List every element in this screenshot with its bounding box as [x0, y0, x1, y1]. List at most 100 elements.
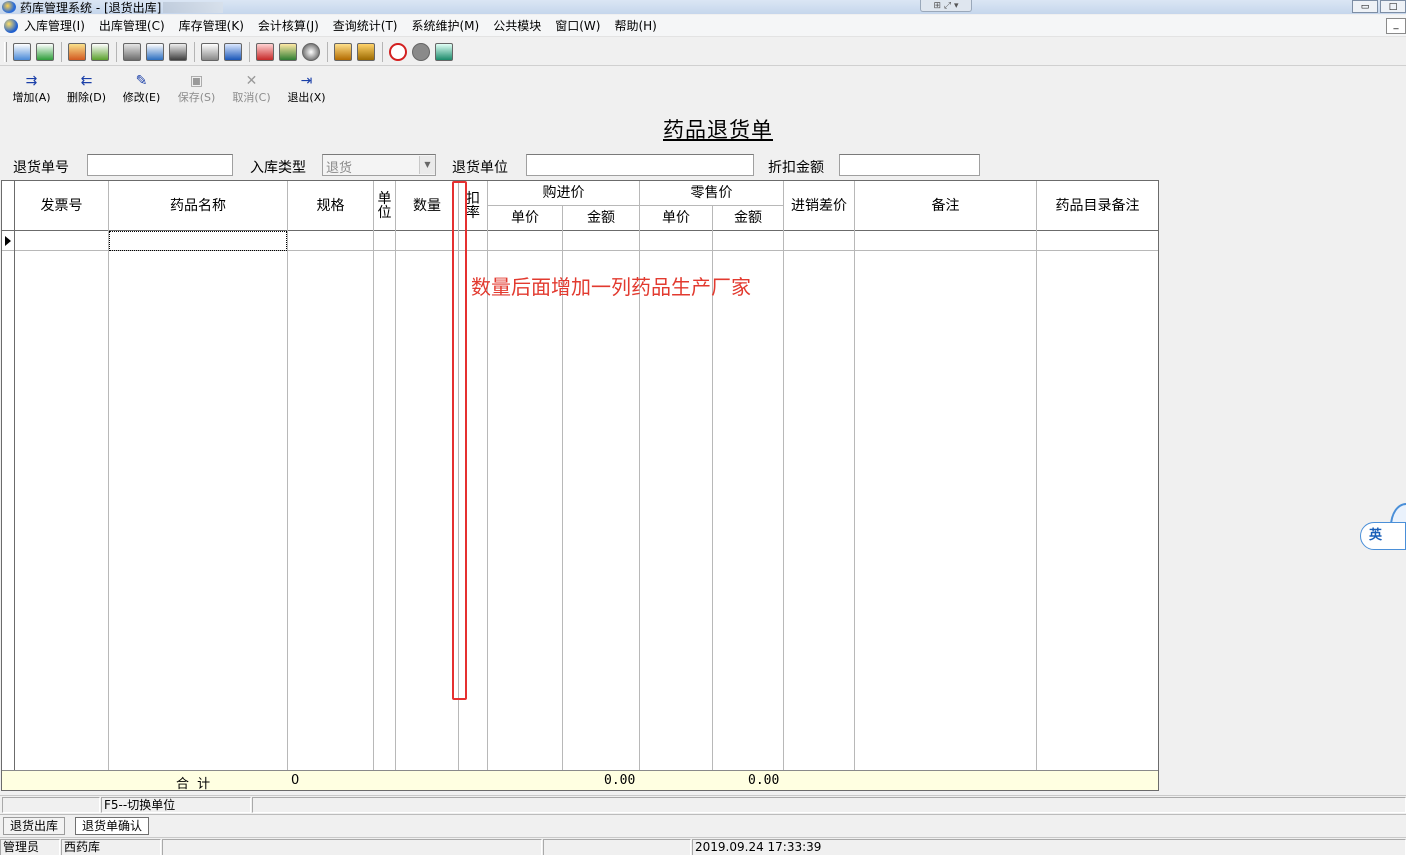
col-header-remark[interactable]: 备注 [855, 181, 1036, 230]
save-icon: ▣ [189, 73, 204, 89]
col-header-spec[interactable]: 规格 [288, 181, 373, 230]
form-title: 药品退货单 [663, 118, 773, 142]
status-hint: F5--切换单位 [101, 797, 251, 813]
col-header-invoice-no[interactable]: 发票号 [15, 181, 108, 230]
status-datetime: 2019.09.24 17:33:39 [692, 839, 1406, 855]
delete-row-icon: ⇇ [80, 73, 93, 89]
delete-button[interactable]: ⇇ 删除(D) [59, 70, 114, 105]
col-header-retail-price[interactable]: 零售价 [640, 181, 783, 205]
annotation-text: 数量后面增加一列药品生产厂家 [471, 275, 751, 299]
total-label: 合 计 [176, 777, 213, 792]
system-menu-icon[interactable] [4, 18, 18, 33]
minimize-icon[interactable]: ▭ [1352, 0, 1378, 13]
form-header-row: 退货单号 入库类型 退货 ▼ 退货单位 折扣金额 [0, 154, 1406, 176]
stock-icon[interactable] [201, 42, 219, 61]
col-header-purchase-price[interactable]: 购进价 [488, 181, 639, 205]
export-icon[interactable] [36, 42, 54, 61]
exit-button-label: 退出(X) [287, 91, 326, 104]
menu-window[interactable]: 窗口(W) [555, 17, 600, 34]
disk-icon[interactable] [412, 42, 430, 61]
col-header-purchase-amount[interactable]: 金额 [563, 206, 639, 230]
col-header-retail-amount[interactable]: 金额 [713, 206, 783, 230]
cancel-button-label: 取消(C) [232, 91, 271, 104]
return-no-label: 退货单号 [13, 160, 69, 176]
return-items-grid[interactable]: 发票号 药品名称 规格 单位 数量 扣率 购进价 单价 金额 零售价 单价 金额… [1, 180, 1159, 792]
tools-icon[interactable] [279, 42, 297, 61]
cancel-button[interactable]: ✕ 取消(C) [224, 70, 279, 105]
discount-input[interactable] [839, 154, 980, 176]
icon-toolbar [0, 38, 1406, 66]
chevron-down-icon[interactable]: ▼ [419, 156, 435, 174]
selected-cell-drug-name[interactable] [109, 231, 287, 251]
window-controls: ▭ □ [1350, 0, 1406, 13]
total-retail-amount: 0.00 [748, 773, 780, 788]
hint-status-bar: F5--切换单位 [0, 795, 1406, 813]
thermometer-icon[interactable] [357, 42, 375, 61]
tab-return-confirm[interactable]: 退货单确认 [75, 817, 150, 835]
ime-indicator[interactable]: 英 [1360, 522, 1406, 550]
col-header-quantity[interactable]: 数量 [396, 181, 458, 230]
indicator-col-line [14, 181, 15, 790]
menu-public[interactable]: 公共模块 [493, 17, 541, 34]
col-header-unit[interactable]: 单位 [374, 181, 395, 230]
app-logo-icon [2, 1, 16, 13]
stop-icon[interactable] [389, 42, 407, 61]
menu-bar: 入库管理(I) 出库管理(C) 库存管理(K) 会计核算(J) 查询统计(T) … [0, 15, 1406, 37]
cancel-icon: ✕ [245, 73, 258, 89]
edit-button[interactable]: ✎ 修改(E) [114, 70, 169, 105]
search-icon[interactable] [302, 42, 320, 61]
action-toolbar: ⇉ 增加(A) ⇇ 删除(D) ✎ 修改(E) ▣ 保存(S) ✕ 取消(C) … [0, 70, 1406, 110]
mdi-restore-button[interactable]: _ [1386, 18, 1406, 34]
col-header-drug-name[interactable]: 药品名称 [109, 181, 287, 230]
current-row-indicator-icon [5, 236, 11, 246]
in-type-label: 入库类型 [250, 160, 306, 176]
menu-query[interactable]: 查询统计(T) [333, 17, 398, 34]
calculator-icon[interactable] [169, 42, 187, 61]
menu-out-stock[interactable]: 出库管理(C) [99, 17, 165, 34]
col-header-purchase-unit-price[interactable]: 单价 [488, 206, 562, 230]
return-no-input[interactable] [87, 154, 233, 176]
add-button-label: 增加(A) [12, 91, 51, 104]
col-header-retail-unit-price[interactable]: 单价 [640, 206, 712, 230]
clipboard-icon[interactable] [123, 42, 141, 61]
menu-in-stock[interactable]: 入库管理(I) [24, 17, 85, 34]
tab-return-out[interactable]: 退货出库 [3, 817, 66, 835]
exit-button[interactable]: ⇥ 退出(X) [279, 70, 334, 105]
status-warehouse: 西药库 [61, 839, 161, 855]
vehicle-icon[interactable] [334, 42, 352, 61]
open-icon[interactable] [13, 42, 31, 61]
door-exit-icon: ⇥ [300, 73, 313, 89]
document-icon[interactable] [224, 42, 242, 61]
save-button[interactable]: ▣ 保存(S) [169, 70, 224, 105]
col-header-price-diff[interactable]: 进销差价 [784, 181, 854, 230]
add-button[interactable]: ⇉ 增加(A) [4, 70, 59, 105]
delete-button-label: 删除(D) [66, 91, 107, 104]
toolbar-grip[interactable] [4, 41, 7, 62]
window-layout-buttons[interactable]: ⊞ ⤢ ▾ [920, 0, 972, 12]
report-icon[interactable] [68, 42, 86, 61]
edit-icon: ✎ [135, 73, 148, 89]
menu-accounting[interactable]: 会计核算(J) [258, 17, 319, 34]
annotation-highlight-box [452, 181, 467, 700]
calendar-icon[interactable] [256, 42, 274, 61]
discount-label: 折扣金额 [768, 160, 824, 176]
in-type-select[interactable]: 退货 ▼ [322, 154, 436, 176]
maximize-icon[interactable]: □ [1380, 0, 1406, 13]
menu-help[interactable]: 帮助(H) [614, 17, 656, 34]
return-unit-input[interactable] [526, 154, 754, 176]
save-button-label: 保存(S) [177, 91, 216, 104]
col-line [373, 181, 374, 790]
window-title: 药库管理系统 - [退货出库] [20, 0, 162, 15]
exit-icon[interactable] [435, 42, 453, 61]
title-bar: 药库管理系统 - [退货出库] ⊞ ⤢ ▾ ▭ □ [0, 0, 1406, 15]
menu-system[interactable]: 系统维护(M) [412, 17, 480, 34]
status-pane-empty [2, 797, 100, 813]
chart-icon[interactable] [146, 42, 164, 61]
menu-inventory[interactable]: 库存管理(K) [179, 17, 244, 34]
col-header-catalog-remark[interactable]: 药品目录备注 [1037, 181, 1158, 230]
col-line [854, 181, 855, 790]
toolbar-separator [382, 41, 383, 62]
check-icon[interactable] [91, 42, 109, 61]
toolbar-separator [61, 41, 62, 62]
col-line [783, 181, 784, 790]
